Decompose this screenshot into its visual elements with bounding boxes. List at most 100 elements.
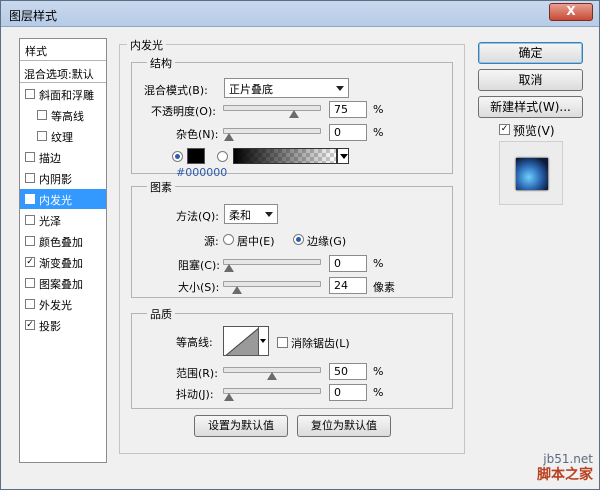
size-input[interactable]: 24	[329, 277, 367, 294]
title-bar[interactable]: 图层样式 X	[1, 1, 599, 27]
blending-options-item[interactable]: 混合选项:默认	[20, 62, 106, 83]
style-item-label: 斜面和浮雕	[39, 89, 94, 102]
gradient-radio[interactable]	[217, 151, 228, 162]
style-item-checkbox[interactable]: ✓	[25, 320, 35, 330]
style-item-checkbox[interactable]	[37, 131, 47, 141]
close-button[interactable]: X	[549, 3, 593, 21]
elements-title: 图素	[147, 179, 175, 195]
choke-value: 0	[334, 257, 341, 270]
source-center-label[interactable]: 居中(E)	[237, 233, 275, 249]
style-item-checkbox[interactable]: ✓	[25, 194, 35, 204]
source-edge-label[interactable]: 边缘(G)	[307, 233, 346, 249]
style-item-checkbox[interactable]	[25, 299, 35, 309]
range-slider[interactable]	[223, 367, 321, 380]
noise-unit: %	[373, 126, 384, 139]
style-item[interactable]: ✓ 渐变叠加	[20, 252, 106, 272]
preview-swatch	[516, 158, 548, 190]
technique-value: 柔和	[229, 209, 251, 222]
style-item[interactable]: 颜色叠加	[20, 231, 106, 251]
new-style-button[interactable]: 新建样式(W)...	[478, 96, 583, 118]
style-item[interactable]: 图案叠加	[20, 273, 106, 293]
style-item-checkbox[interactable]	[25, 236, 35, 246]
antialias-checkbox[interactable]	[277, 337, 288, 348]
opacity-slider-thumb[interactable]	[288, 110, 299, 118]
jitter-slider-thumb[interactable]	[224, 393, 234, 401]
style-item-label: 渐变叠加	[39, 257, 83, 270]
opacity-label: 不透明度(O):	[151, 105, 216, 118]
preview-checkbox[interactable]: ✓	[499, 124, 510, 135]
style-item[interactable]: 斜面和浮雕	[20, 84, 106, 104]
preview-label[interactable]: 预览(V)	[513, 122, 555, 139]
noise-slider-thumb[interactable]	[224, 133, 234, 141]
choke-slider-thumb[interactable]	[224, 264, 234, 272]
style-item-checkbox[interactable]	[25, 215, 35, 225]
noise-label: 杂色(N):	[176, 128, 219, 141]
technique-select[interactable]: 柔和	[224, 204, 278, 224]
styles-header[interactable]: 样式	[20, 39, 106, 61]
make-default-button[interactable]: 设置为默认值	[194, 415, 288, 437]
style-item-label: 纹理	[51, 131, 73, 144]
blend-mode-select[interactable]: 正片叠底	[224, 78, 349, 98]
antialias-label[interactable]: 消除锯齿(L)	[291, 335, 350, 351]
solid-color-radio[interactable]	[172, 151, 183, 162]
cancel-button[interactable]: 取消	[478, 69, 583, 91]
contour-label: 等高线:	[176, 336, 213, 349]
blend-mode-value: 正片叠底	[229, 83, 273, 96]
structure-title: 结构	[147, 55, 175, 71]
choke-slider[interactable]	[223, 259, 321, 272]
gradient-picker-chevron-icon[interactable]	[337, 148, 349, 164]
noise-slider[interactable]	[223, 128, 321, 141]
choke-unit: %	[373, 257, 384, 270]
reset-default-button[interactable]: 复位为默认值	[297, 415, 391, 437]
jitter-value: 0	[334, 386, 341, 399]
contour-chevron-down-icon[interactable]	[259, 326, 269, 356]
technique-label: 方法(Q):	[176, 210, 219, 223]
watermark-site: 脚本之家	[537, 467, 593, 483]
jitter-slider[interactable]	[223, 388, 321, 401]
style-item[interactable]: 纹理	[20, 126, 106, 146]
style-item[interactable]: 光泽	[20, 210, 106, 230]
style-item-checkbox[interactable]	[37, 110, 47, 120]
size-slider[interactable]	[223, 281, 321, 294]
quality-title: 品质	[147, 306, 175, 322]
opacity-slider[interactable]	[223, 105, 321, 118]
ok-button[interactable]: 确定	[478, 42, 583, 64]
linear-contour-icon	[225, 328, 258, 355]
size-unit: 像素	[373, 281, 395, 294]
style-item[interactable]: 内阴影	[20, 168, 106, 188]
source-edge-radio[interactable]	[293, 234, 304, 245]
range-input[interactable]: 50	[329, 363, 367, 380]
glow-color-swatch[interactable]	[187, 148, 205, 164]
style-item-checkbox[interactable]	[25, 89, 35, 99]
style-item-label: 光泽	[39, 215, 61, 228]
range-value: 50	[334, 365, 348, 378]
style-item-label: 等高线	[51, 110, 84, 123]
chevron-down-icon	[265, 212, 273, 217]
range-slider-thumb[interactable]	[267, 372, 277, 380]
style-item[interactable]: ✓ 内发光	[20, 189, 106, 209]
size-slider-thumb[interactable]	[232, 286, 243, 294]
style-item-checkbox[interactable]: ✓	[25, 257, 35, 267]
noise-input[interactable]: 0	[329, 124, 367, 141]
style-item-checkbox[interactable]	[25, 152, 35, 162]
style-item[interactable]: ✓ 投影	[20, 315, 106, 335]
style-item-label: 描边	[39, 152, 61, 165]
style-item-label: 投影	[39, 320, 61, 333]
size-label: 大小(S):	[178, 281, 220, 294]
style-item-checkbox[interactable]	[25, 173, 35, 183]
style-item[interactable]: 外发光	[20, 294, 106, 314]
style-item[interactable]: 等高线	[20, 105, 106, 125]
source-center-radio[interactable]	[223, 234, 234, 245]
style-item[interactable]: 描边	[20, 147, 106, 167]
opacity-input[interactable]: 75	[329, 101, 367, 118]
style-preview	[499, 141, 563, 205]
choke-input[interactable]: 0	[329, 255, 367, 272]
glow-gradient-swatch[interactable]	[233, 148, 337, 164]
contour-preview[interactable]	[223, 326, 259, 356]
jitter-input[interactable]: 0	[329, 384, 367, 401]
size-value: 24	[334, 279, 348, 292]
jitter-label: 抖动(J):	[176, 388, 214, 401]
style-item-label: 内阴影	[39, 173, 72, 186]
style-item-label: 颜色叠加	[39, 236, 83, 249]
style-item-checkbox[interactable]	[25, 278, 35, 288]
